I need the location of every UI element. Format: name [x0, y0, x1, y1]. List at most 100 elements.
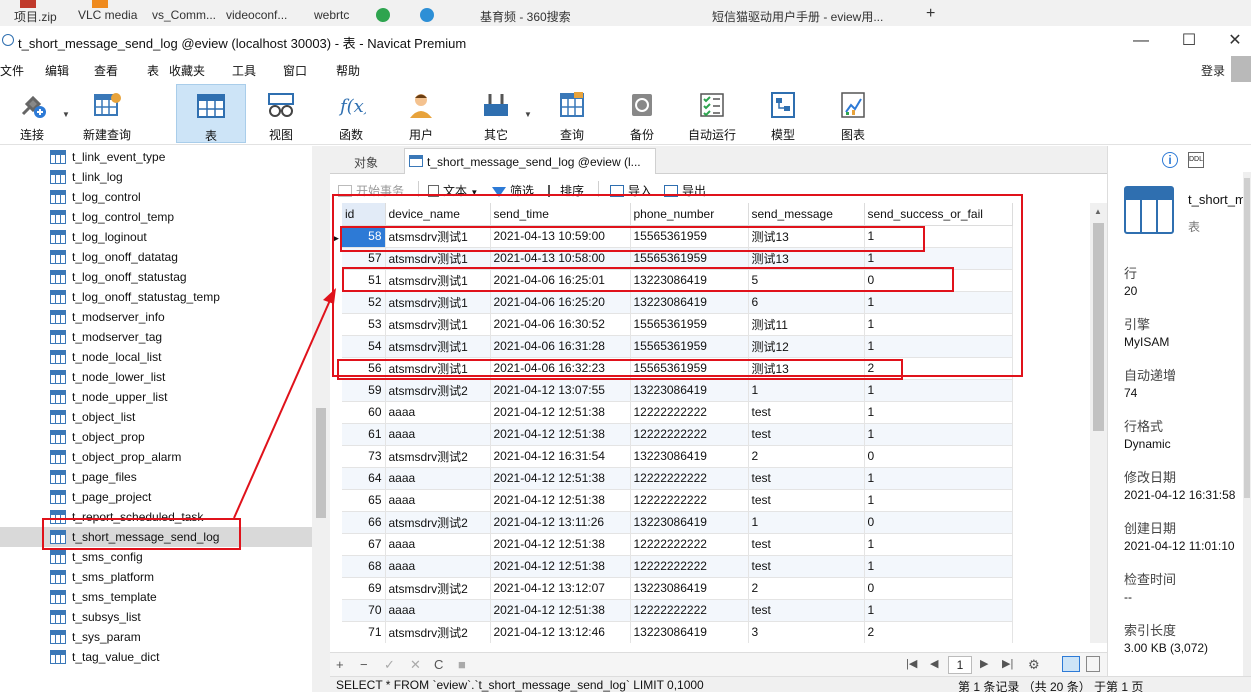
table-cell[interactable]: 2021-04-06 16:30:52: [490, 313, 631, 336]
browser-tab[interactable]: 短信猫驱动用户手册 - eview用...: [712, 8, 883, 25]
table-cell[interactable]: test: [748, 401, 865, 424]
new-tab-icon[interactable]: +: [926, 5, 935, 23]
table-row[interactable]: 66 atsmsdrv测试2 2021-04-12 13:11:26 13223086…: [342, 511, 1013, 534]
table-cell[interactable]: 12222222222: [630, 401, 749, 424]
table-cell[interactable]: 2021-04-12 12:51:38: [490, 467, 631, 490]
table-cell[interactable]: atsmsdrv测试1: [385, 335, 491, 358]
menu-window[interactable]: 窗口: [283, 62, 307, 79]
tree-item-table[interactable]: t_modserver_info: [50, 307, 312, 327]
tab-objects[interactable]: 对象: [330, 148, 402, 174]
taskbar-item[interactable]: videoconf...: [226, 8, 287, 22]
scroll-up-icon[interactable]: ▲: [1094, 207, 1102, 216]
table-cell[interactable]: 1: [864, 423, 1013, 446]
tree-item-table[interactable]: t_log_control_temp: [50, 207, 312, 227]
table-cell[interactable]: 1: [864, 313, 1013, 336]
table-row[interactable]: 52 atsmsdrv测试1 2021-04-06 16:25:20 13223086…: [342, 291, 1013, 314]
tree-item-table[interactable]: t_sms_platform: [50, 567, 312, 587]
table-row[interactable]: 71 atsmsdrv测试2 2021-04-12 13:12:46 13223086…: [342, 621, 1013, 643]
table-cell[interactable]: 1: [864, 599, 1013, 622]
table-cell[interactable]: 0: [864, 511, 1013, 534]
table-cell[interactable]: 2: [748, 577, 865, 600]
discard-changes-button[interactable]: ✕: [410, 657, 421, 673]
function-button[interactable]: f(x) 函数: [326, 84, 376, 143]
table-cell[interactable]: atsmsdrv测试2: [385, 577, 491, 600]
menu-file[interactable]: 文件: [0, 62, 24, 79]
table-cell[interactable]: atsmsdrv测试2: [385, 445, 491, 468]
table-cell[interactable]: 51: [342, 269, 386, 292]
table-cell[interactable]: 60: [342, 401, 386, 424]
table-cell[interactable]: 2021-04-12 13:07:55: [490, 379, 631, 402]
table-cell[interactable]: test: [748, 599, 865, 622]
import-button[interactable]: 导入: [610, 182, 652, 199]
table-cell[interactable]: 2: [864, 621, 1013, 643]
table-cell[interactable]: aaaa: [385, 555, 491, 578]
tree-item-table[interactable]: t_sys_param: [50, 627, 312, 647]
table-row[interactable]: 64 aaaa 2021-04-12 12:51:38 12222222222 test…: [342, 467, 1013, 490]
settings-icon[interactable]: ⚙: [1028, 657, 1040, 673]
table-cell[interactable]: aaaa: [385, 533, 491, 556]
table-cell[interactable]: aaaa: [385, 401, 491, 424]
table-cell[interactable]: 12222222222: [630, 533, 749, 556]
new-query-button[interactable]: 新建查询: [78, 84, 136, 143]
first-page-button[interactable]: |◀: [906, 657, 917, 670]
taskbar-item[interactable]: 项目.zip: [14, 8, 57, 25]
table-cell[interactable]: 15565361959: [630, 225, 749, 248]
table-cell[interactable]: 2: [864, 357, 1013, 380]
begin-transaction-button[interactable]: 开始事务: [338, 182, 404, 199]
apply-changes-button[interactable]: ✓: [384, 657, 395, 673]
table-cell[interactable]: 12222222222: [630, 555, 749, 578]
prev-page-button[interactable]: ◀: [930, 657, 938, 670]
table-cell[interactable]: 1: [864, 467, 1013, 490]
table-cell[interactable]: 1: [864, 225, 1013, 248]
table-cell[interactable]: 67: [342, 533, 386, 556]
tree-scrollbar[interactable]: [312, 146, 330, 692]
table-cell[interactable]: atsmsdrv测试1: [385, 225, 491, 248]
tree-item-table[interactable]: t_log_control: [50, 187, 312, 207]
table-cell[interactable]: 2021-04-06 16:25:20: [490, 291, 631, 314]
refresh-button[interactable]: C: [434, 657, 443, 672]
tree-item-table[interactable]: t_log_loginout: [50, 227, 312, 247]
table-cell[interactable]: 测试13: [748, 225, 865, 248]
table-cell[interactable]: 1: [864, 291, 1013, 314]
table-cell[interactable]: 测试11: [748, 313, 865, 336]
table-cell[interactable]: 0: [864, 269, 1013, 292]
automation-button[interactable]: 自动运行: [684, 84, 740, 143]
table-cell[interactable]: 13223086419: [630, 577, 749, 600]
table-cell[interactable]: 12222222222: [630, 467, 749, 490]
table-cell[interactable]: atsmsdrv测试1: [385, 313, 491, 336]
close-button[interactable]: ✕: [1220, 30, 1250, 52]
table-cell[interactable]: 1: [748, 511, 865, 534]
table-cell[interactable]: 64: [342, 467, 386, 490]
tree-item-table[interactable]: t_short_message_send_log: [0, 527, 312, 547]
table-row[interactable]: 53 atsmsdrv测试1 2021-04-06 16:30:52 15565361…: [342, 313, 1013, 336]
column-header[interactable]: send_time: [490, 203, 631, 226]
table-cell[interactable]: 2: [748, 445, 865, 468]
table-cell[interactable]: aaaa: [385, 599, 491, 622]
taskbar-item[interactable]: vs_Comm...: [152, 8, 216, 22]
table-cell[interactable]: atsmsdrv测试1: [385, 269, 491, 292]
menu-favorites[interactable]: 收藏夹: [169, 62, 205, 79]
other-dropdown[interactable]: ▼: [522, 84, 536, 143]
delete-record-button[interactable]: −: [360, 657, 368, 672]
info-scrollbar[interactable]: [1243, 172, 1251, 676]
tree-item-table[interactable]: t_page_project: [50, 487, 312, 507]
maximize-button[interactable]: ☐: [1174, 30, 1204, 52]
table-cell[interactable]: 13223086419: [630, 445, 749, 468]
info-icon[interactable]: i: [1162, 152, 1178, 168]
table-cell[interactable]: 2021-04-06 16:32:23: [490, 357, 631, 380]
table-cell[interactable]: 13223086419: [630, 291, 749, 314]
table-cell[interactable]: test: [748, 423, 865, 446]
table-row[interactable]: 68 aaaa 2021-04-12 12:51:38 12222222222 test…: [342, 555, 1013, 578]
table-cell[interactable]: 53: [342, 313, 386, 336]
table-cell[interactable]: aaaa: [385, 489, 491, 512]
tree-item-table[interactable]: t_tag_value_dict: [50, 647, 312, 667]
column-header[interactable]: send_message: [748, 203, 865, 226]
tree-item-table[interactable]: t_object_list: [50, 407, 312, 427]
table-row[interactable]: 65 aaaa 2021-04-12 12:51:38 12222222222 test…: [342, 489, 1013, 512]
table-cell[interactable]: 测试12: [748, 335, 865, 358]
grid-scroll-thumb[interactable]: [1093, 223, 1104, 431]
table-row[interactable]: 69 atsmsdrv测试2 2021-04-12 13:12:07 13223086…: [342, 577, 1013, 600]
taskbar-item[interactable]: webrtc: [314, 8, 349, 22]
table-row[interactable]: 70 aaaa 2021-04-12 12:51:38 12222222222 test…: [342, 599, 1013, 622]
tree-item-table[interactable]: t_node_upper_list: [50, 387, 312, 407]
